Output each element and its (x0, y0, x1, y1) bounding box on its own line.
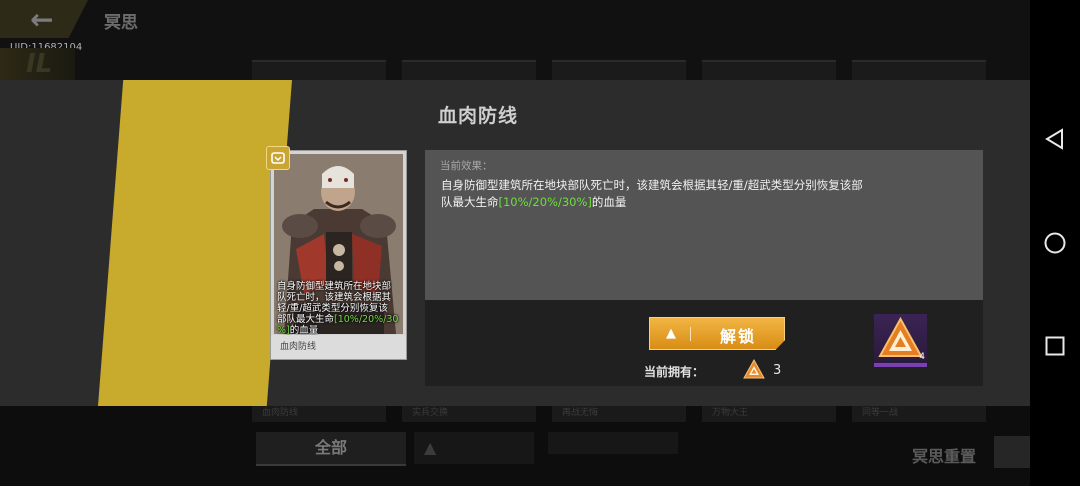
back-button[interactable]: ← (0, 0, 88, 38)
button-divider (690, 327, 691, 341)
system-nav-bar (1030, 0, 1080, 486)
up-arrow-icon: ▲ (666, 326, 676, 341)
owned-count: 3 (773, 363, 782, 378)
square-recent-icon (1045, 336, 1065, 356)
skill-detail-modal: 血肉防线 自身防御型建筑所在地块部 队死亡时，该建筑会根据其 轻/重/超武类型分… (0, 80, 1030, 406)
back-arrow-icon: ← (30, 2, 54, 36)
unlock-button[interactable]: ▲ 解锁 (649, 317, 785, 350)
effect-description: 自身防御型建筑所在地块部队死亡时，该建筑会根据其轻/重/超武类型分别恢复该部 队… (441, 177, 911, 211)
background-card (552, 60, 686, 82)
effect-panel: 当前效果： 自身防御型建筑所在地块部队死亡时，该建筑会根据其轻/重/超武类型分别… (425, 150, 983, 300)
page-title: 冥思 (104, 13, 138, 33)
bottom-skill-row: 血肉防线 实兵交换 再战无悔 万物大王 同等一战 (252, 406, 986, 422)
owned-label: 当前拥有： (644, 365, 705, 379)
reset-button[interactable] (994, 436, 1030, 468)
bottom-skill-item: 同等一战 (852, 406, 986, 422)
background-card (702, 60, 836, 82)
effect-label: 当前效果： (440, 160, 493, 172)
background-card (852, 60, 986, 82)
nav-recent-button[interactable] (1043, 334, 1067, 358)
deco-banner: IL (0, 48, 75, 80)
bottom-skill-item: 万物大王 (702, 406, 836, 422)
background-card (402, 60, 536, 82)
nav-home-button[interactable] (1043, 231, 1067, 255)
background-card-row (252, 60, 986, 82)
filter-tab[interactable] (548, 432, 678, 454)
filter-tab[interactable]: ▲ (414, 432, 534, 464)
reset-label: 冥思重置 (912, 447, 977, 466)
bottom-skill-item: 实兵交换 (402, 406, 536, 422)
nav-back-button[interactable] (1043, 127, 1067, 151)
effect-highlight: [10%/20%/30%] (498, 195, 592, 209)
yellow-stripe-decoration (98, 80, 292, 406)
bottom-skill-item: 血肉防线 (252, 406, 386, 422)
skill-card: 自身防御型建筑所在地块部 队死亡时，该建筑会根据其 轻/重/超武类型分别恢复该 … (266, 146, 407, 360)
unlock-button-label: 解锁 (720, 327, 757, 346)
card-description: 自身防御型建筑所在地块部 队死亡时，该建筑会根据其 轻/重/超武类型分别恢复该 … (277, 281, 399, 336)
triangle-filter-icon: ▲ (424, 438, 437, 457)
triangle-token-icon (743, 358, 765, 383)
bottom-skill-item: 再战无悔 (552, 406, 686, 422)
background-card (252, 60, 386, 82)
card-badge-icon (266, 146, 290, 170)
top-bar: ← 冥思 UID:11682104 IL (0, 0, 1030, 82)
effect-text-suffix: 的血量 (591, 195, 627, 209)
item-quantity: 4 (919, 352, 925, 362)
circle-home-icon (1044, 232, 1066, 254)
filter-all-tab[interactable]: 全部 (256, 432, 406, 466)
card-name: 血肉防线 (271, 335, 406, 359)
skill-title: 血肉防线 (438, 105, 519, 127)
required-item-slot[interactable]: 4 (874, 314, 927, 367)
action-area: ▲ 解锁 当前拥有： 3 4 (425, 300, 983, 386)
triangle-back-icon (1045, 128, 1063, 150)
